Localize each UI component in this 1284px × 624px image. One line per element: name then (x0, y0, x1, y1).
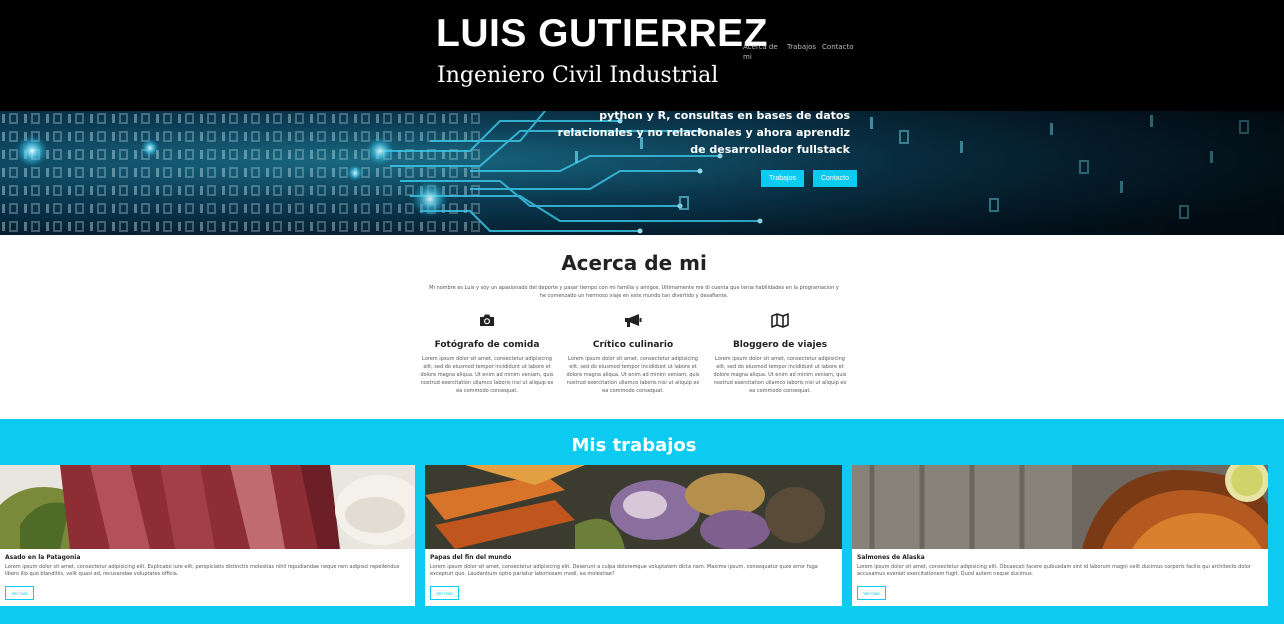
map-icon (713, 313, 847, 331)
card-image-salmon (852, 465, 1268, 549)
card-text: Lorem ipsum dolor sit amet, consectetur … (430, 564, 818, 577)
nav-link-contact[interactable]: Contacto (822, 42, 854, 62)
card-title: Papas del fin del mundo (430, 554, 512, 561)
site-title: LUIS GUTIERREZ (436, 12, 769, 55)
work-card: Papas del fin del mundo Lorem ipsum dolo… (425, 465, 842, 606)
see-more-button[interactable]: Ver más (5, 586, 34, 600)
work-card: Salmones de Alaska Lorem ipsum dolor sit… (852, 465, 1268, 606)
hero-text: python y R, consultas en bases de datos … (520, 111, 850, 158)
nav-link-about[interactable]: Acerca de mi (743, 42, 781, 62)
camera-icon (420, 313, 554, 331)
see-more-button[interactable]: Ver más (857, 586, 886, 600)
hero-text-line: relacionales y no relacionales y ahora a… (557, 126, 850, 139)
card-image-asado (0, 465, 415, 549)
feature-text: Lorem ipsum dolor sit amet, consectetur … (420, 356, 554, 394)
feature-text: Lorem ipsum dolor sit amet, consectetur … (713, 356, 847, 394)
feature-title: Bloggero de viajes (732, 340, 828, 350)
main-nav: Acerca de mi Trabajos Contacto (743, 42, 854, 62)
card-title: Salmones de Alaska (857, 554, 925, 561)
feature-travel-blogger: Bloggero de viajes Lorem ipsum dolor sit… (713, 313, 847, 395)
hero-buttons: Trabajos Contacto (761, 170, 858, 187)
feature-food-photographer: Fotógrafo de comida Lorem ipsum dolor si… (420, 313, 554, 395)
card-text: Lorem ipsum dolor sit amet, consectetur … (5, 564, 400, 577)
works-title: Mis trabajos (571, 435, 697, 456)
card-text: Lorem ipsum dolor sit amet, consectetur … (857, 564, 1251, 577)
works-section: Mis trabajos Asado en la Patagonia Lorem… (0, 419, 1284, 624)
card-image-papas (425, 465, 842, 549)
hero-works-button[interactable]: Trabajos (761, 170, 804, 187)
feature-text: Lorem ipsum dolor sit amet, consectetur … (566, 356, 700, 394)
card-title: Asado en la Patagonia (5, 554, 81, 561)
feature-title: Crítico culinario (592, 340, 674, 350)
hero-text-line: de desarrollador fullstack (690, 143, 850, 156)
work-card: Asado en la Patagonia Lorem ipsum dolor … (0, 465, 415, 606)
feature-food-critic: Crítico culinario Lorem ipsum dolor sit … (566, 313, 700, 395)
hero-text-line: python y R, consultas en bases de datos (599, 111, 850, 122)
hero-contact-button[interactable]: Contacto (812, 170, 858, 187)
feature-title: Fotógrafo de comida (434, 340, 540, 350)
about-section: Acerca de mi Mi nombre es Luis y soy un … (0, 235, 1284, 419)
megaphone-icon (566, 313, 700, 331)
site-subtitle: Ingeniero Civil Industrial (437, 63, 719, 88)
hero-banner: python y R, consultas en bases de datos … (0, 111, 1284, 235)
see-more-button[interactable]: Ver más (430, 586, 459, 600)
about-text: Mi nombre es Luis y soy un apasionado de… (429, 285, 839, 299)
nav-link-works[interactable]: Trabajos (787, 42, 816, 62)
site-header: LUIS GUTIERREZ Ingeniero Civil Industria… (0, 0, 1284, 111)
about-title: Acerca de mi (561, 251, 707, 275)
